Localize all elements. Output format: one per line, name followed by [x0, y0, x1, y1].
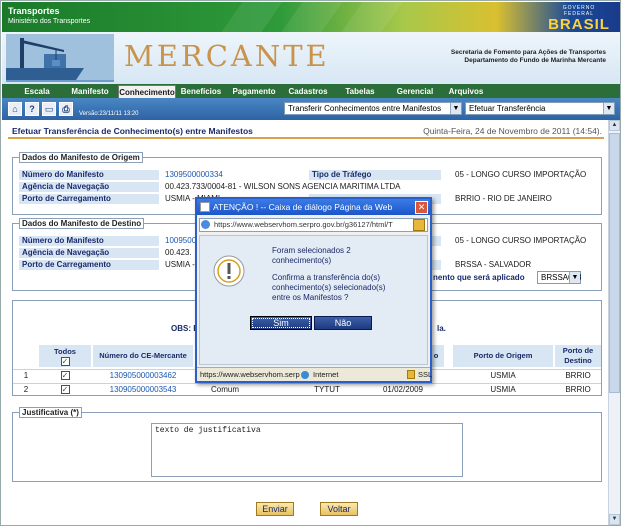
- dialog-msg-3: Confirma a transferência do(s): [272, 273, 381, 282]
- gov-banner: Transportes Ministério dos Transportes G…: [2, 2, 620, 33]
- origem-porto-label: Porto de Carregamento: [19, 194, 159, 204]
- destino-numero-value: 1009500: [165, 236, 197, 245]
- destino-porto-value: USMIA -: [165, 260, 195, 269]
- home-icon[interactable]: ⌂: [8, 102, 22, 116]
- zone-text: Internet: [313, 370, 339, 379]
- close-icon[interactable]: ✕: [415, 201, 428, 214]
- nav-arquivos[interactable]: Arquivos: [446, 85, 486, 98]
- destino-aplicado-label: nento que será aplicado: [433, 273, 525, 282]
- dialog-msg-2: conhecimento(s): [272, 256, 332, 265]
- voltar-button[interactable]: Voltar: [320, 502, 358, 516]
- mercante-header: MERCANTE Secretaria de Fomento para Açõe…: [2, 32, 620, 84]
- page-icon: [200, 202, 210, 212]
- warning-icon: [213, 255, 245, 287]
- destino-aplicado-select[interactable]: BRSSA003 ▼: [537, 271, 581, 284]
- nav-escala[interactable]: Escala: [14, 85, 60, 98]
- title-divider: [8, 137, 604, 139]
- enviar-button[interactable]: Enviar: [256, 502, 294, 516]
- version-text: Versão:23/11/11 13:20: [79, 111, 139, 117]
- destino-agencia-value: 00.423.: [165, 248, 192, 257]
- row-checkbox[interactable]: ✓: [60, 385, 70, 395]
- col-numero: Número do CE-Mercante: [93, 345, 193, 367]
- origem-trafego-value: 05 - LONGO CURSO IMPORTAÇÃO: [455, 170, 587, 179]
- nav-pagamento[interactable]: Pagamento: [228, 85, 280, 98]
- destino-porto-desc-value: BRSSA - SALVADOR: [455, 260, 532, 269]
- scroll-down-icon[interactable]: ▼: [609, 514, 620, 525]
- origem-agencia-value: 00.423.733/0004-81 - WILSON SONS AGENCIA…: [165, 182, 401, 191]
- dialog-url-field: https://www.webservhom.serpro.gov.br/g36…: [199, 218, 428, 232]
- help-icon[interactable]: ?: [25, 102, 39, 116]
- select-all-checkbox[interactable]: ✓: [60, 356, 70, 366]
- browser-window: Transportes Ministério dos Transportes G…: [0, 0, 621, 526]
- ship-crane-icon: [6, 34, 114, 82]
- internet-globe-icon: [301, 371, 309, 379]
- window-icon[interactable]: ▭: [42, 102, 56, 116]
- nav-conhecimento[interactable]: Conhecimento: [118, 85, 176, 98]
- chevron-down-icon: ▼: [569, 272, 580, 283]
- row-numero-link[interactable]: 130905000003462: [93, 370, 193, 382]
- nav-beneficios[interactable]: Benefícios: [178, 85, 224, 98]
- col-porto-origem: Porto de Origem: [453, 345, 553, 367]
- destino-legend: Dados do Manifesto de Destino: [19, 218, 145, 229]
- action-select[interactable]: Efetuar Transferência ▼: [465, 102, 615, 115]
- origem-numero-value: 1309500000334: [165, 170, 223, 179]
- nav-tabelas[interactable]: Tabelas: [338, 85, 382, 98]
- scroll-thumb[interactable]: [609, 133, 620, 393]
- agency-name: Transportes: [8, 6, 60, 16]
- function-select[interactable]: Transferir Conhecimentos entre Manifesto…: [284, 102, 462, 115]
- confirm-dialog: ATENÇÃO ! -- Caixa de diálogo Página da …: [195, 197, 432, 383]
- nav-gerencial[interactable]: Gerencial: [390, 85, 440, 98]
- destino-numero-label: Número do Manifesto: [19, 236, 159, 246]
- justificativa-fieldset: Justificativa (*) texto de justificativa: [12, 407, 602, 482]
- justificativa-legend: Justificativa (*): [19, 407, 82, 418]
- dialog-body: Foram selecionados 2 conhecimento(s) Con…: [199, 235, 428, 365]
- col-porto-destino: Porto de Destino: [555, 345, 601, 367]
- main-nav: Escala Manifesto Conhecimento Benefícios…: [2, 84, 620, 98]
- nav-manifesto[interactable]: Manifesto: [62, 85, 118, 98]
- toolbar: ⌂ ? ▭ ⎙ Versão:23/11/11 13:20 Transferir…: [2, 98, 620, 120]
- destino-agencia-label: Agência de Navegação: [19, 248, 159, 258]
- col-todos: Todos ✓: [39, 345, 91, 367]
- dialog-msg-4: conhecimento(s) selecionado(s): [272, 283, 386, 292]
- lock-icon: [413, 219, 425, 231]
- table-row[interactable]: 2 ✓ 130905000003543 Comum TYTUT 01/02/20…: [13, 383, 601, 396]
- ssl-text: SSL: [418, 370, 433, 379]
- obs-text-end: la.: [437, 324, 446, 333]
- origem-agencia-label: Agência de Navegação: [19, 182, 159, 192]
- page-date: Quinta-Feira, 24 de Novembro de 2011 (14…: [423, 126, 602, 136]
- origem-legend: Dados do Manifesto de Origem: [19, 152, 143, 163]
- page-scrollbar[interactable]: ▲ ▼: [608, 120, 620, 525]
- dialog-msg-5: entre os Manifestos ?: [272, 293, 349, 302]
- destino-porto-label: Porto de Carregamento: [19, 260, 159, 270]
- destino-trafego-value: 05 - LONGO CURSO IMPORTAÇÃO: [455, 236, 587, 245]
- row-numero-link[interactable]: 130905000003543: [93, 384, 193, 396]
- sim-button[interactable]: Sim: [250, 316, 312, 330]
- ssl-lock-icon: [407, 370, 415, 379]
- brasil-logo: GOVERNO FEDERAL BRASIL: [548, 5, 610, 33]
- dialog-msg-1: Foram selecionados 2: [272, 246, 351, 255]
- nav-cadastros[interactable]: Cadastros: [284, 85, 332, 98]
- origem-numero-label: Número do Manifesto: [19, 170, 159, 180]
- page-title: Efetuar Transferência de Conhecimento(s)…: [12, 126, 253, 136]
- origem-porto-dest-value: BRRIO - RIO DE JANEIRO: [455, 194, 552, 203]
- scroll-up-icon[interactable]: ▲: [609, 120, 620, 131]
- chevron-down-icon: ▼: [603, 103, 614, 114]
- justificativa-textarea[interactable]: texto de justificativa: [151, 423, 463, 477]
- globe-icon: [201, 220, 210, 229]
- origem-trafego-label: Tipo de Tráfego: [309, 170, 441, 180]
- secretaria-text: Secretaria de Fomento para Ações de Tran…: [450, 49, 606, 64]
- mercante-logo: MERCANTE: [124, 39, 330, 73]
- ministry-name: Ministério dos Transportes: [8, 18, 91, 25]
- dialog-title: ATENÇÃO ! -- Caixa de diálogo Página da …: [197, 199, 430, 215]
- print-icon[interactable]: ⎙: [59, 102, 73, 116]
- chevron-down-icon: ▼: [450, 103, 461, 114]
- row-checkbox[interactable]: ✓: [60, 371, 70, 381]
- dialog-statusbar: https://www.webservhom.serp Internet SSL: [197, 367, 433, 381]
- nao-button[interactable]: Não: [314, 316, 372, 330]
